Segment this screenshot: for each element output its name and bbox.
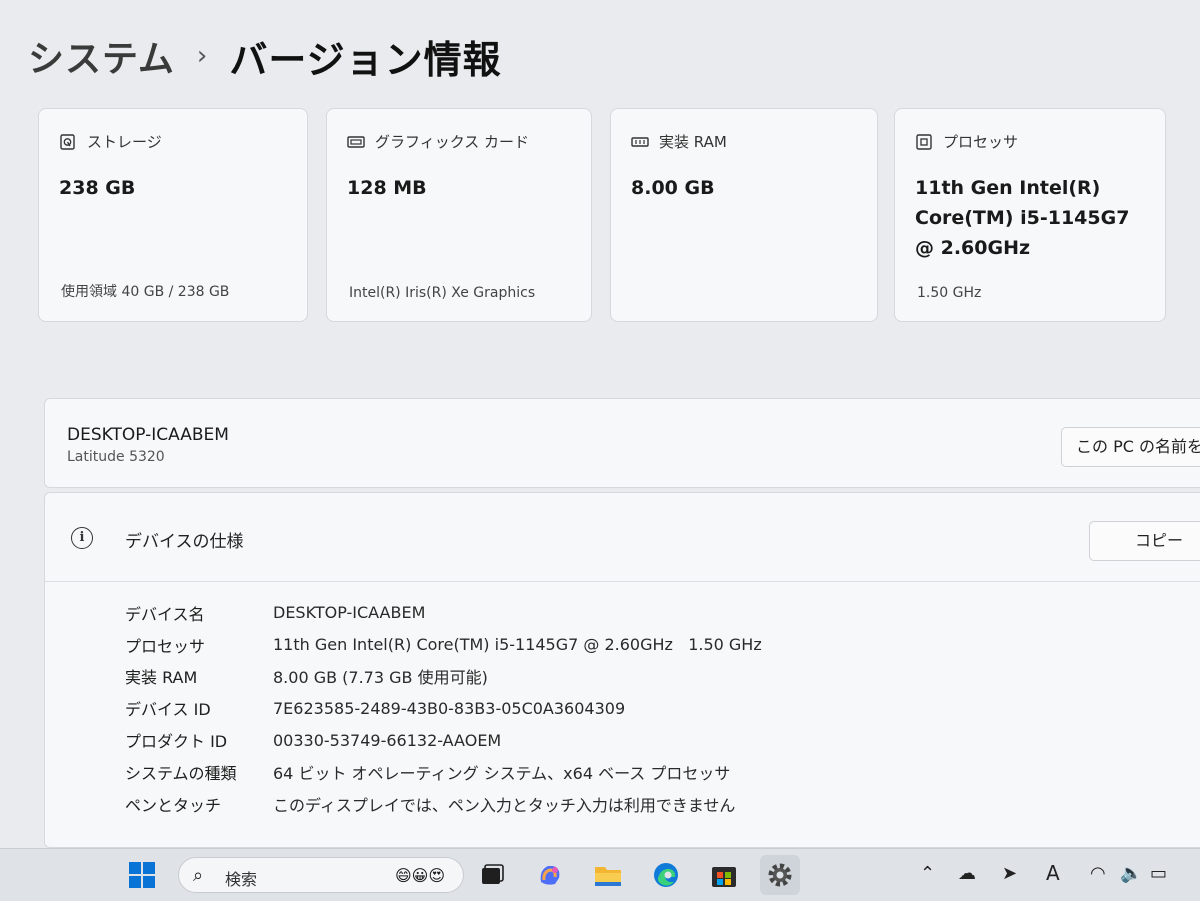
spec-row: システムの種類 64 ビット オペレーティング システム、x64 ベース プロセッ…	[125, 756, 762, 788]
copilot-button[interactable]	[534, 859, 566, 891]
spec-value: 64 ビット オペレーティング システム、x64 ベース プロセッサ	[273, 763, 731, 783]
location-icon[interactable]: ➤	[1002, 863, 1017, 884]
device-name-panel: DESKTOP-ICAABEM Latitude 5320 この PC の名前を	[44, 398, 1200, 488]
task-view-button[interactable]	[476, 859, 508, 891]
storage-card-label-row: ストレージ	[59, 131, 162, 152]
copilot-icon	[540, 866, 560, 885]
device-name: DESKTOP-ICAABEM	[67, 425, 229, 445]
spec-row: プロダクト ID 00330-53749-66132-AAOEM	[125, 724, 762, 756]
store-icon	[712, 867, 736, 887]
spec-key: デバイス名	[125, 604, 205, 624]
wifi-icon[interactable]: ◠	[1090, 863, 1106, 884]
spec-row: ペンとタッチ このディスプレイでは、ペン入力とタッチ入力は利用できません	[125, 788, 762, 820]
device-specs-header[interactable]: i デバイスの仕様 コピー	[45, 493, 1200, 582]
spec-row: デバイス ID 7E623585-2489-43B0-83B3-05C0A3604…	[125, 692, 762, 724]
device-specs-list: デバイス名 DESKTOP-ICAABEM プロセッサ 11th Gen Intel…	[125, 597, 762, 820]
gpu-card-sub: Intel(R) Iris(R) Xe Graphics	[349, 285, 536, 301]
breadcrumb-separator: ›	[196, 41, 208, 71]
processor-icon	[916, 133, 932, 150]
gpu-card-label: グラフィックス カード	[375, 133, 530, 151]
taskbar-search-box[interactable]: ⌕ 検索 😄😀😍	[178, 857, 464, 893]
processor-card-sub: 1.50 GHz	[917, 285, 982, 301]
ram-card-value: 8.00 GB	[631, 177, 715, 199]
ram-card-label-row: 実装 RAM	[631, 131, 727, 152]
rename-pc-button[interactable]: この PC の名前を	[1061, 427, 1200, 467]
settings-icon	[768, 863, 792, 887]
breadcrumb-system-link[interactable]: システム	[28, 30, 175, 82]
ime-indicator[interactable]: A	[1046, 861, 1060, 885]
storage-card-label: ストレージ	[87, 133, 162, 151]
storage-card-value: 238 GB	[59, 177, 136, 199]
device-specs-panel: i デバイスの仕様 コピー デバイス名 DESKTOP-ICAABEM プロセッサ…	[44, 492, 1200, 848]
store-button[interactable]	[708, 859, 740, 891]
search-icon: ⌕	[193, 865, 204, 886]
spec-row: 実装 RAM 8.00 GB (7.73 GB 使用可能)	[125, 661, 762, 693]
edge-icon	[654, 863, 678, 887]
spec-key: デバイス ID	[125, 700, 211, 720]
ram-icon	[631, 136, 649, 147]
processor-card[interactable]: プロセッサ 11th Gen Intel(R) Core(TM) i5-1145…	[894, 108, 1166, 322]
spec-value: 7E623585-2489-43B0-83B3-05C0A3604309	[273, 698, 626, 718]
edge-button[interactable]	[650, 859, 682, 891]
start-icon	[129, 862, 155, 888]
processor-card-label: プロセッサ	[943, 133, 1019, 151]
spec-key: 実装 RAM	[125, 668, 198, 688]
spec-row: プロセッサ 11th Gen Intel(R) Core(TM) i5-1145G…	[125, 629, 762, 661]
settings-button[interactable]	[760, 855, 800, 895]
info-icon: i	[71, 527, 93, 549]
gpu-card-value: 128 MB	[347, 177, 427, 199]
page-title: バージョン情報	[229, 37, 502, 82]
search-highlight-icon: 😄😀😍	[395, 866, 446, 885]
breadcrumb: システム › バージョン情報	[28, 30, 502, 82]
processor-card-label-row: プロセッサ	[915, 131, 1018, 152]
taskbar-search-placeholder: 検索	[225, 870, 258, 889]
storage-card-sub: 使用領域 40 GB / 238 GB	[61, 284, 230, 300]
file-explorer-icon	[595, 867, 621, 886]
volume-icon[interactable]: 🔈	[1120, 863, 1142, 884]
ram-card-label: 実装 RAM	[659, 133, 727, 151]
ram-card[interactable]: 実装 RAM 8.00 GB	[610, 108, 878, 322]
taskbar: ⌕ 検索 😄😀😍 ⌃ ☁ ➤ A ◠ 🔈 ▭	[0, 848, 1200, 901]
spec-value: このディスプレイでは、ペン入力とタッチ入力は利用できません	[273, 795, 736, 815]
spec-key: システムの種類	[125, 763, 237, 783]
gpu-icon	[347, 135, 365, 148]
spec-value: 8.00 GB (7.73 GB 使用可能)	[273, 668, 488, 688]
task-view-icon	[482, 864, 504, 884]
spec-value: DESKTOP-ICAABEM	[273, 603, 426, 623]
start-button[interactable]	[126, 859, 158, 891]
storage-icon	[60, 133, 75, 150]
device-specs-title: デバイスの仕様	[125, 532, 244, 552]
spec-key: プロダクト ID	[125, 732, 228, 752]
storage-card[interactable]: ストレージ 238 GB 使用領域 40 GB / 238 GB	[38, 108, 308, 322]
spec-key: ペンとタッチ	[125, 795, 222, 815]
spec-value: 11th Gen Intel(R) Core(TM) i5-1145G7 @ 2…	[273, 635, 762, 655]
device-model: Latitude 5320	[67, 449, 165, 465]
processor-card-value: 11th Gen Intel(R) Core(TM) i5-1145G7 @ 2…	[915, 177, 1130, 259]
spec-key: プロセッサ	[125, 636, 206, 656]
cloud-icon[interactable]: ☁	[958, 863, 976, 884]
chevron-up-icon[interactable]: ⌃	[920, 863, 935, 884]
copy-button[interactable]: コピー	[1089, 521, 1200, 561]
file-explorer-button[interactable]	[592, 859, 624, 891]
battery-icon[interactable]: ▭	[1150, 863, 1167, 884]
gpu-card-label-row: グラフィックス カード	[347, 131, 529, 152]
gpu-card[interactable]: グラフィックス カード 128 MB Intel(R) Iris(R) Xe G…	[326, 108, 592, 322]
spec-value: 00330-53749-66132-AAOEM	[273, 730, 502, 750]
spec-row: デバイス名 DESKTOP-ICAABEM	[125, 597, 762, 629]
